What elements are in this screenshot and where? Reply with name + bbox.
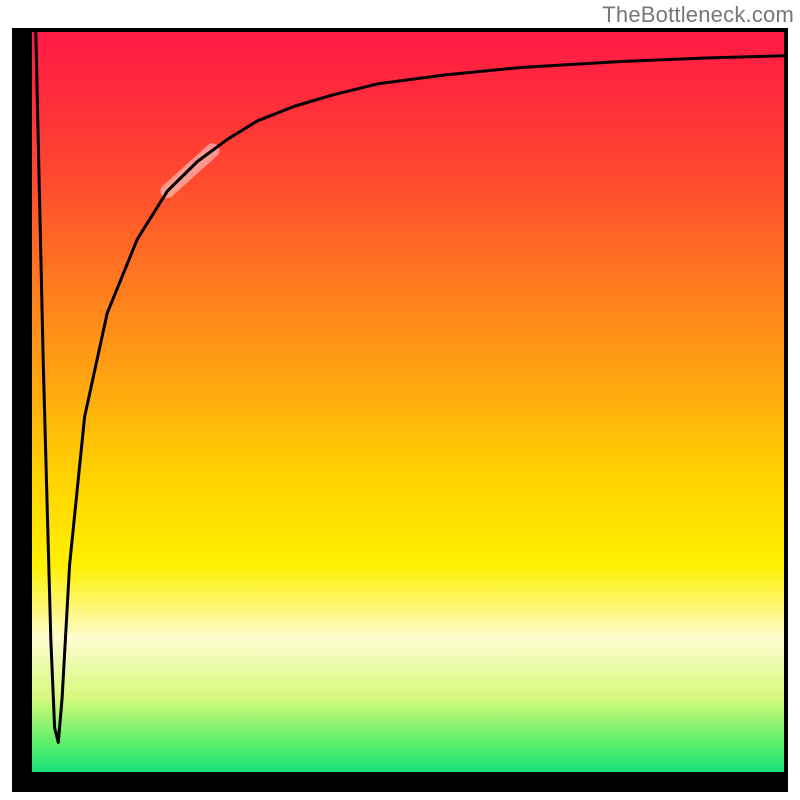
curve-svg <box>32 32 784 772</box>
curve-highlight <box>167 150 212 191</box>
attribution-text: TheBottleneck.com <box>602 2 794 28</box>
chart-container <box>12 28 788 792</box>
plot-frame <box>12 28 788 792</box>
plot-area <box>32 32 784 772</box>
bottleneck-curve <box>36 32 784 742</box>
